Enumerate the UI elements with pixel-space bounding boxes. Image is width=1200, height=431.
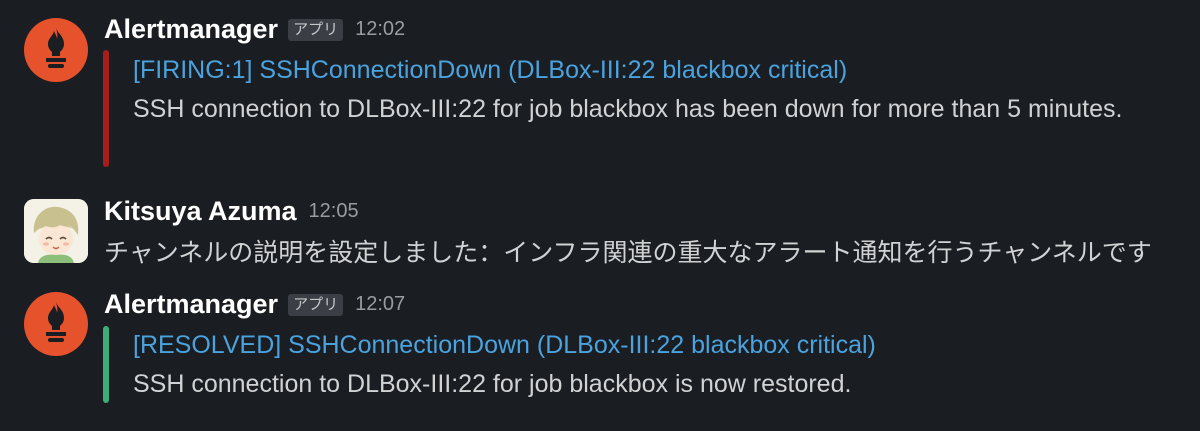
- sender-name[interactable]: Alertmanager: [104, 289, 278, 320]
- app-badge: アプリ: [288, 18, 344, 41]
- message-header: Kitsuya Azuma 12:05: [104, 196, 359, 227]
- attachment-color-bar: [103, 50, 109, 167]
- sender-name[interactable]: Alertmanager: [104, 14, 278, 45]
- attachment-text: SSH connection to DLBox-III:22 for job b…: [133, 95, 1123, 123]
- app-badge: アプリ: [288, 293, 344, 316]
- attachment-title-link[interactable]: [FIRING:1] SSHConnectionDown (DLBox-III:…: [133, 56, 847, 85]
- message-text: チャンネルの説明を設定しました：インフラ関連の重大なアラート通知を行うチャンネル…: [104, 239, 1152, 267]
- attachment-title-link[interactable]: [RESOLVED] SSHConnectionDown (DLBox-III:…: [133, 331, 876, 360]
- sender-name[interactable]: Kitsuya Azuma: [104, 196, 297, 227]
- message-header: Alertmanager アプリ 12:02: [104, 14, 405, 45]
- prometheus-avatar-icon[interactable]: [24, 292, 88, 356]
- attachment-color-bar: [103, 326, 109, 403]
- prometheus-avatar-icon[interactable]: [24, 18, 88, 82]
- timestamp[interactable]: 12:05: [309, 200, 359, 223]
- timestamp[interactable]: 12:07: [355, 293, 405, 316]
- timestamp[interactable]: 12:02: [355, 18, 405, 41]
- user-avatar[interactable]: [24, 199, 88, 263]
- attachment-text: SSH connection to DLBox-III:22 for job b…: [133, 370, 852, 398]
- message-header: Alertmanager アプリ 12:07: [104, 289, 405, 320]
